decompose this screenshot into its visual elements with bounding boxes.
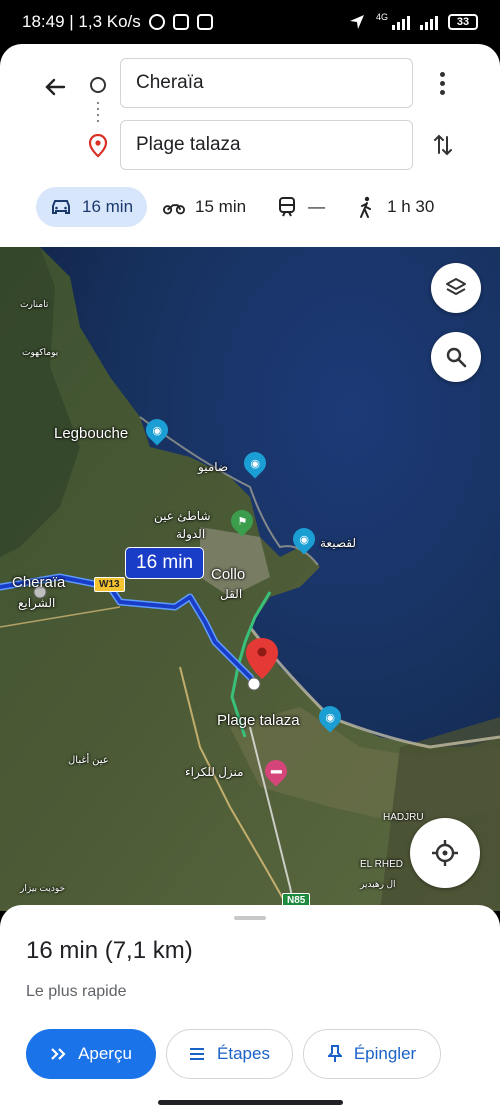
mode-car-label: 16 min bbox=[82, 197, 134, 216]
map-search-button[interactable] bbox=[431, 332, 481, 382]
satellite-map bbox=[0, 247, 500, 911]
label-ain-aghbal: عين أغبال bbox=[68, 755, 109, 766]
label-cheraia: Cheraïa bbox=[12, 574, 66, 591]
chevrons-right-icon bbox=[51, 1048, 66, 1060]
route-summary-sheet: 16 min (7,1 km) Le plus rapide Aperçu Ét… bbox=[0, 905, 500, 1111]
destination-input[interactable]: Plage talaza bbox=[120, 120, 413, 170]
swap-vertical-icon bbox=[434, 134, 452, 156]
walk-icon bbox=[355, 196, 377, 218]
label-dawla: الدولة bbox=[176, 527, 206, 541]
pin-icon bbox=[327, 1045, 342, 1062]
travel-modes: 16 min 15 min — 1 h 30 bbox=[36, 187, 450, 227]
train-icon bbox=[276, 196, 298, 218]
pin-button[interactable]: Épingler bbox=[303, 1029, 441, 1079]
overview-button[interactable]: Aperçu bbox=[26, 1029, 156, 1079]
label-khoudiyet: خوديت بيزار bbox=[20, 883, 66, 893]
origin-input[interactable]: Cheraïa bbox=[120, 58, 413, 108]
back-button[interactable] bbox=[40, 72, 70, 102]
route-dots bbox=[97, 102, 99, 124]
label-qasia: لقصيعة bbox=[320, 536, 356, 550]
mode-motorbike[interactable]: 15 min bbox=[149, 187, 260, 227]
label-collo-ar: القل bbox=[220, 587, 243, 601]
directions-panel: Cheraïa Plage talaza 16 min 15 min — 1 h… bbox=[0, 44, 500, 247]
instagram-icon bbox=[172, 14, 189, 30]
route-time-badge[interactable]: 16 min bbox=[125, 547, 205, 579]
label-tamnajat: تامنارت bbox=[20, 299, 49, 309]
steps-button[interactable]: Étapes bbox=[166, 1029, 293, 1079]
my-location-button[interactable] bbox=[410, 818, 480, 888]
signal-icon-2 bbox=[420, 14, 438, 30]
arrow-left-icon bbox=[45, 78, 66, 96]
alarm-icon bbox=[148, 14, 165, 30]
layers-icon bbox=[446, 278, 466, 295]
label-boumakhout: بوماكهوت bbox=[22, 347, 59, 357]
sheet-actions: Aperçu Étapes Épingler bbox=[26, 1029, 441, 1079]
battery-icon: 33 bbox=[448, 14, 478, 30]
label-rhedir: ال رهيدير bbox=[360, 879, 396, 889]
mode-walk-label: 1 h 30 bbox=[387, 197, 435, 216]
motorbike-icon bbox=[163, 196, 186, 218]
mode-transit[interactable]: — bbox=[262, 187, 339, 227]
pin-label: Épingler bbox=[353, 1044, 417, 1063]
label-dhamiou: ضاميو bbox=[198, 460, 229, 474]
signal-icon bbox=[392, 14, 410, 30]
label-legbouche: Legbouche bbox=[54, 425, 129, 442]
layers-button[interactable] bbox=[431, 263, 481, 313]
mode-motorbike-label: 15 min bbox=[195, 197, 247, 216]
more-options-button[interactable] bbox=[432, 68, 452, 98]
label-cheraia-ar: الشرايع bbox=[18, 596, 56, 610]
label-el-rhed: EL RHED bbox=[360, 859, 403, 870]
status-time-speed: 18:49 | 1,3 Ko/s bbox=[22, 12, 141, 31]
destination-pin-icon bbox=[88, 134, 108, 158]
list-icon bbox=[190, 1048, 205, 1060]
sheet-drag-handle[interactable] bbox=[234, 916, 266, 920]
mode-walk[interactable]: 1 h 30 bbox=[341, 187, 448, 227]
label-hadjr: HADJRU bbox=[383, 812, 424, 823]
label-chatt-ain: شاطئ عين bbox=[154, 509, 211, 523]
road-shield-w13: W13 bbox=[94, 577, 125, 592]
mode-car[interactable]: 16 min bbox=[36, 187, 148, 227]
label-manzil: منزل للكراء bbox=[185, 765, 244, 779]
status-bar: 18:49 | 1,3 Ko/s 4G 33 bbox=[0, 0, 500, 44]
origin-circle-icon bbox=[90, 77, 106, 93]
swap-button[interactable] bbox=[428, 130, 458, 160]
home-indicator[interactable] bbox=[158, 1100, 343, 1105]
car-icon bbox=[50, 196, 72, 218]
location-arrow-icon bbox=[349, 15, 364, 29]
instagram-icon-2 bbox=[196, 14, 213, 30]
map-view[interactable]: Cheraïa الشرايع Legbouche ضاميو شاطئ عين… bbox=[0, 247, 500, 911]
search-icon bbox=[446, 347, 467, 368]
route-subtitle: Le plus rapide bbox=[26, 983, 127, 1000]
route-summary: 16 min (7,1 km) bbox=[26, 937, 193, 964]
label-collo: Collo bbox=[211, 566, 246, 583]
network-type: 4G bbox=[375, 12, 388, 22]
crosshair-icon bbox=[432, 840, 458, 866]
label-plage-talaza: Plage talaza bbox=[217, 712, 300, 729]
mode-transit-label: — bbox=[308, 197, 326, 216]
steps-label: Étapes bbox=[217, 1044, 270, 1063]
overview-label: Aperçu bbox=[78, 1044, 132, 1063]
